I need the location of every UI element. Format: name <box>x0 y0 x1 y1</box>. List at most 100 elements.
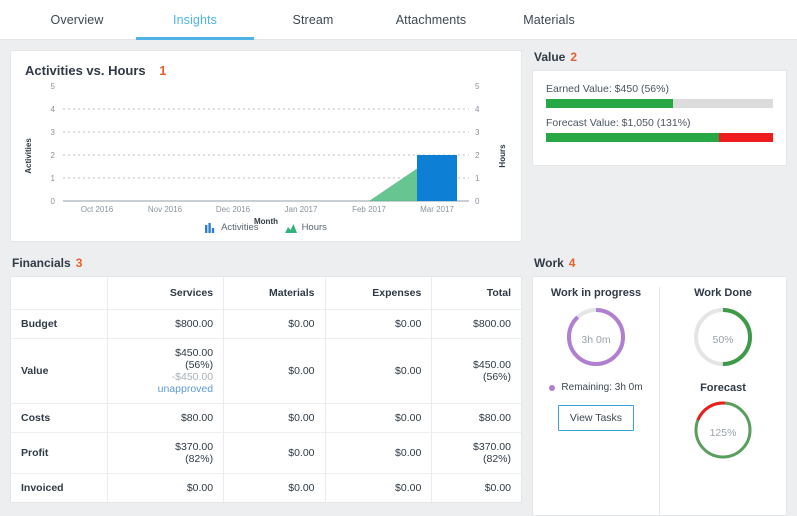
value-column: Value2 Earned Value: $450 (56%) Forecast… <box>522 50 787 242</box>
tab-attachments[interactable]: Attachments <box>372 0 490 39</box>
svg-text:Dec 2016: Dec 2016 <box>216 205 251 214</box>
y-axis-right-title: Hours <box>498 144 507 168</box>
row-label: Value <box>11 338 107 403</box>
financials-column: Financials 3 Services Materials Expenses … <box>10 256 522 516</box>
tab-label: Insights <box>173 13 217 27</box>
cell-amount: $370.00 <box>175 441 213 453</box>
cell-materials: $0.00 <box>224 338 325 403</box>
forecast-value-label: Forecast Value: $1,050 (131%) <box>546 117 773 129</box>
forecast-value-block: Forecast Value: $1,050 (131%) <box>546 117 773 142</box>
value-section-heading: Value2 <box>534 50 787 64</box>
cell-expenses: $0.00 <box>325 403 432 432</box>
work-section-heading: Work4 <box>534 256 787 270</box>
cell-total: $800.00 <box>432 309 521 338</box>
cell-materials: $0.00 <box>224 309 325 338</box>
row-label: Budget <box>11 309 107 338</box>
cell-services: $800.00 <box>107 309 224 338</box>
earned-value-block: Earned Value: $450 (56%) <box>546 83 773 108</box>
tab-insights[interactable]: Insights <box>136 0 254 39</box>
work-done-title: Work Done <box>694 287 752 299</box>
chart-title-row: Activities vs. Hours 1 <box>11 51 521 78</box>
forecast-donut: 125% <box>691 398 755 467</box>
row-label: Invoiced <box>11 473 107 502</box>
table-row: Value $450.00 (56%) -$450.00 unapproved … <box>11 338 521 403</box>
table-row: Invoiced $0.00 $0.00 $0.00 $0.00 <box>11 473 521 502</box>
svg-text:3: 3 <box>475 128 480 137</box>
table-row: Costs $80.00 $0.00 $0.00 $80.00 <box>11 403 521 432</box>
cell-percent: (56%) <box>118 359 214 371</box>
table-row: Budget $800.00 $0.00 $0.00 $800.00 <box>11 309 521 338</box>
cell-services: $0.00 <box>107 473 224 502</box>
cell-expenses: $0.00 <box>325 432 432 473</box>
col-header-blank <box>11 277 107 309</box>
remaining-label: Remaining: 3h 0m <box>561 382 642 393</box>
y-axis-left-title: Activities <box>24 138 33 174</box>
cell-services: $80.00 <box>107 403 224 432</box>
tab-materials[interactable]: Materials <box>490 0 608 39</box>
cell-total: $370.00 (82%) <box>432 432 521 473</box>
cell-services: $370.00 (82%) <box>107 432 224 473</box>
svg-text:Mar 2017: Mar 2017 <box>420 205 454 214</box>
activities-bar-mar-2017 <box>417 155 457 201</box>
financials-title: Financials <box>12 256 71 270</box>
row-bottom: Financials 3 Services Materials Expenses … <box>0 242 797 516</box>
activities-vs-hours-card: Activities vs. Hours 1 <box>10 50 522 242</box>
svg-text:Jan 2017: Jan 2017 <box>285 205 318 214</box>
financials-card: Services Materials Expenses Total Budget… <box>10 276 522 503</box>
grid-lines <box>63 109 469 178</box>
svg-text:Feb 2017: Feb 2017 <box>352 205 386 214</box>
remaining-dot-icon <box>549 385 555 391</box>
tab-label: Materials <box>523 13 575 27</box>
cell-total: $80.00 <box>432 403 521 432</box>
work-column: Work4 Work in progress 3h 0m Re <box>522 256 787 516</box>
earned-value-bar <box>546 99 773 108</box>
cell-total: $0.00 <box>432 473 521 502</box>
row-top: Activities vs. Hours 1 <box>0 40 797 242</box>
work-done-donut: 50% <box>691 305 755 374</box>
tab-label: Stream <box>293 13 334 27</box>
cell-unapproved-amount: -$450.00 <box>118 371 214 383</box>
forecast-value: 125% <box>691 398 755 467</box>
earned-value-label: Earned Value: $450 (56%) <box>546 83 773 95</box>
financials-table-head: Services Materials Expenses Total <box>11 277 521 309</box>
col-header-services: Services <box>107 277 224 309</box>
financials-marker-number: 3 <box>76 256 83 270</box>
svg-text:3: 3 <box>51 128 56 137</box>
row-label: Costs <box>11 403 107 432</box>
view-tasks-button[interactable]: View Tasks <box>558 405 634 431</box>
work-in-progress-donut: 3h 0m <box>564 305 628 374</box>
x-axis-title: Month <box>254 217 278 226</box>
cell-total: $450.00 (56%) <box>432 338 521 403</box>
work-marker-number: 4 <box>569 256 576 270</box>
work-in-progress-value: 3h 0m <box>564 305 628 374</box>
cell-expenses: $0.00 <box>325 338 432 403</box>
forecast-value-green-segment <box>546 133 719 142</box>
svg-text:Oct 2016: Oct 2016 <box>81 205 114 214</box>
cell-materials: $0.00 <box>224 432 325 473</box>
earned-value-green-segment <box>546 99 673 108</box>
cell-percent: (56%) <box>442 371 511 383</box>
tab-label: Attachments <box>396 13 467 27</box>
chart-plot-area: 5 4 3 2 1 0 5 4 3 2 1 <box>11 78 521 226</box>
cell-percent: (82%) <box>442 453 511 465</box>
svg-text:2: 2 <box>51 151 56 160</box>
cell-percent: (82%) <box>118 453 214 465</box>
cell-expenses: $0.00 <box>325 473 432 502</box>
svg-text:1: 1 <box>475 174 480 183</box>
activities-hours-svg: 5 4 3 2 1 0 5 4 3 2 1 <box>11 78 521 226</box>
col-header-materials: Materials <box>224 277 325 309</box>
financials-table-body: Budget $800.00 $0.00 $0.00 $800.00 Value… <box>11 309 521 502</box>
tab-stream[interactable]: Stream <box>254 0 372 39</box>
tab-overview[interactable]: Overview <box>18 0 136 39</box>
cell-expenses: $0.00 <box>325 309 432 338</box>
work-in-progress-section: Work in progress 3h 0m Remaining: 3h 0m … <box>533 287 660 515</box>
svg-text:4: 4 <box>475 105 480 114</box>
cell-unapproved-label[interactable]: unapproved <box>118 383 214 395</box>
chart-title: Activities vs. Hours <box>25 63 146 78</box>
svg-text:0: 0 <box>51 197 56 206</box>
work-done-section: Work Done 50% Forecast <box>660 287 786 515</box>
cell-amount: $450.00 <box>473 359 511 371</box>
svg-text:2: 2 <box>475 151 480 160</box>
value-card: Earned Value: $450 (56%) Forecast Value:… <box>532 70 787 166</box>
cell-materials: $0.00 <box>224 473 325 502</box>
